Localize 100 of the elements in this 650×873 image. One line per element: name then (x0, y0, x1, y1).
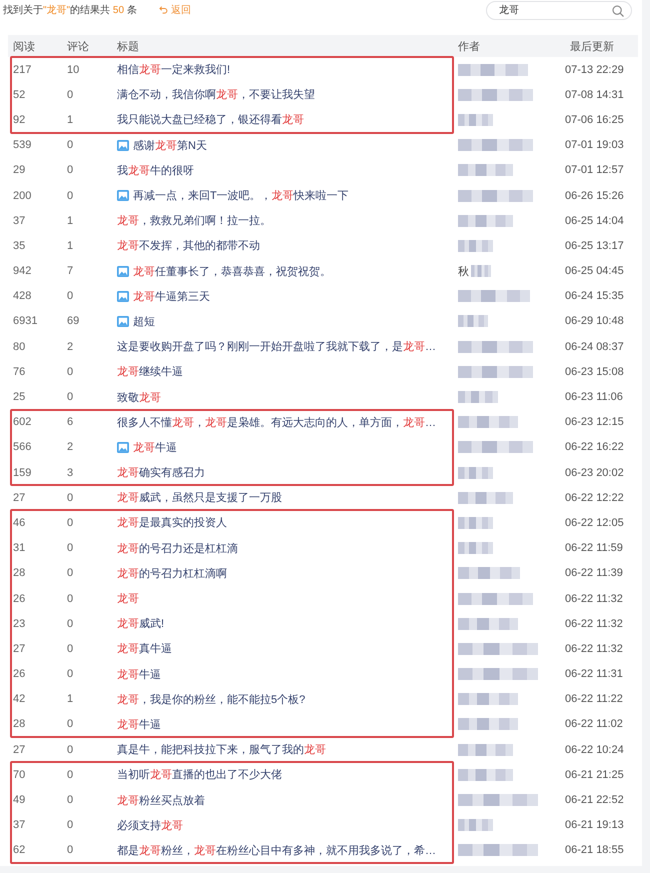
blurred-name-block (458, 64, 528, 76)
post-title-link[interactable]: 龙哥的号召力还是杠杠滴 (117, 540, 238, 556)
blurred-name-block (471, 265, 491, 278)
comment-count: 0 (67, 516, 74, 529)
post-title-link[interactable]: 这是要收购开盘了吗？刚刚一开始开盘啦了我就下载了，是龙哥… (117, 339, 436, 354)
read-count: 539 (13, 139, 32, 152)
read-count: 200 (13, 190, 32, 202)
read-count: 70 (13, 768, 26, 781)
read-count: 23 (13, 618, 26, 630)
blurred-name-block (458, 542, 493, 554)
comment-count: 3 (67, 466, 74, 479)
update-time: 06-24 15:35 (565, 290, 624, 302)
update-time: 06-22 16:22 (565, 441, 624, 454)
blurred-name-block (458, 315, 488, 328)
comment-count: 1 (67, 240, 74, 252)
return-arrow-icon (158, 6, 168, 14)
post-title-link[interactable]: 龙哥牛逼 (117, 716, 161, 732)
comment-count: 69 (67, 315, 80, 328)
read-count: 28 (13, 567, 26, 580)
update-time: 06-22 12:05 (565, 516, 624, 529)
read-count: 27 (13, 642, 26, 655)
blurred-name-block (458, 516, 493, 529)
read-count: 602 (13, 416, 32, 428)
read-count: 49 (13, 794, 26, 806)
read-count: 6931 (13, 315, 38, 328)
blurred-name-block (458, 466, 493, 479)
read-count: 52 (13, 88, 26, 101)
blurred-name-block (458, 164, 513, 176)
update-time: 06-22 11:02 (565, 718, 623, 730)
post-title-link[interactable]: 相信龙哥一定来救我们! (117, 62, 230, 78)
post-title-link[interactable]: 必须支持龙哥 (117, 818, 183, 833)
update-time: 06-25 04:45 (565, 265, 624, 278)
author-name: 秋 (458, 264, 469, 279)
comment-count: 0 (67, 618, 74, 630)
post-title-link[interactable]: 龙哥，我是你的粉丝，能不能拉5个板? (117, 692, 306, 707)
comment-count: 0 (67, 744, 74, 756)
update-time: 06-21 18:55 (565, 844, 624, 856)
post-title-link[interactable]: 致敬龙哥 (117, 390, 161, 405)
post-title-link[interactable]: 龙哥牛逼 (117, 440, 177, 455)
search-icon[interactable] (612, 4, 624, 16)
post-title-link[interactable]: 龙哥任董事长了，恭喜恭喜，祝贺祝贺。 (117, 264, 331, 279)
post-title-link[interactable]: 感谢龙哥第N天 (117, 138, 207, 153)
post-title-link[interactable]: 龙哥继续牛逼 (117, 364, 183, 380)
column-header: 作者 (458, 40, 480, 54)
update-time: 06-22 11:22 (565, 693, 623, 706)
column-header: 标题 (117, 40, 139, 54)
update-time: 06-24 08:37 (565, 340, 624, 353)
post-title-link[interactable]: 再减一点，来回T一波吧。，龙哥快来啦一下 (117, 188, 349, 204)
comment-count: 0 (67, 290, 74, 302)
blurred-name-block (458, 744, 513, 756)
read-count: 28 (13, 718, 26, 730)
blurred-name-block (458, 492, 513, 504)
blurred-name-block (458, 567, 520, 580)
blurred-name-block (458, 290, 530, 302)
column-header: 最后更新 (570, 40, 614, 54)
update-time: 07-01 19:03 (565, 139, 624, 152)
read-count: 27 (13, 492, 26, 504)
post-title-link[interactable]: 我只能说大盘已经稳了，银还得看龙哥 (117, 112, 304, 128)
post-title-link[interactable]: 超短 (117, 314, 155, 329)
read-count: 26 (13, 592, 26, 605)
update-time: 06-26 15:26 (565, 190, 624, 202)
comment-count: 0 (67, 88, 74, 101)
post-title-link[interactable]: 龙哥，救救兄弟们啊！拉一拉。 (117, 213, 271, 228)
post-title-link[interactable]: 我龙哥牛的很呀 (117, 162, 194, 178)
comment-count: 0 (67, 190, 74, 202)
comment-count: 1 (67, 114, 74, 126)
post-title-link[interactable]: 龙哥确实有感召力 (117, 465, 205, 480)
read-count: 92 (13, 114, 26, 126)
post-title-link[interactable]: 龙哥真牛逼 (117, 641, 172, 656)
update-time: 06-22 10:24 (565, 744, 624, 756)
search-field[interactable]: 龙哥 (486, 0, 632, 20)
post-title-link[interactable]: 当初听龙哥直播的也出了不少大佬 (117, 767, 282, 782)
post-title-link[interactable]: 满仓不动，我信你啊龙哥，不要让我失望 (117, 87, 315, 102)
blurred-name-block (458, 240, 493, 252)
update-time: 06-21 21:25 (565, 768, 624, 781)
post-title-link[interactable]: 龙哥不发挥，其他的都带不动 (117, 238, 260, 254)
post-title-link[interactable]: 龙哥威武! (117, 616, 164, 632)
post-title-link[interactable]: 都是龙哥粉丝，龙哥在粉丝心目中有多神，就不用我多说了，希… (117, 842, 436, 858)
post-title-link[interactable]: 龙哥是最真实的投资人 (117, 515, 227, 530)
comment-count: 0 (67, 164, 74, 176)
comment-count: 0 (67, 592, 74, 605)
comment-count: 7 (67, 265, 74, 278)
post-title-link[interactable]: 龙哥 (117, 591, 139, 606)
read-count: 27 (13, 744, 26, 756)
post-title-link[interactable]: 龙哥牛逼 (117, 666, 161, 682)
post-title-link[interactable]: 很多人不懂龙哥，龙哥是枭雄。有远大志向的人，单方面，龙哥… (117, 414, 436, 430)
read-count: 76 (13, 366, 26, 378)
blurred-name-block (458, 819, 493, 832)
update-time: 06-22 11:59 (565, 542, 623, 554)
read-count: 31 (13, 542, 26, 554)
post-title-link[interactable]: 龙哥的号召力杠杠滴啊 (117, 566, 227, 581)
post-title-link[interactable]: 真是牛，能把科技拉下来，服气了我的龙哥 (117, 742, 326, 758)
read-count: 46 (13, 516, 26, 529)
post-title-link[interactable]: 龙哥威武，虽然只是支援了一万股 (117, 490, 282, 506)
read-count: 35 (13, 240, 26, 252)
post-title-link[interactable]: 龙哥粉丝买点放着 (117, 792, 205, 808)
post-title-link[interactable]: 龙哥牛逼第三天 (117, 288, 210, 304)
comment-count: 2 (67, 340, 74, 353)
comment-count: 1 (67, 214, 74, 227)
update-time: 06-23 11:06 (565, 391, 623, 404)
